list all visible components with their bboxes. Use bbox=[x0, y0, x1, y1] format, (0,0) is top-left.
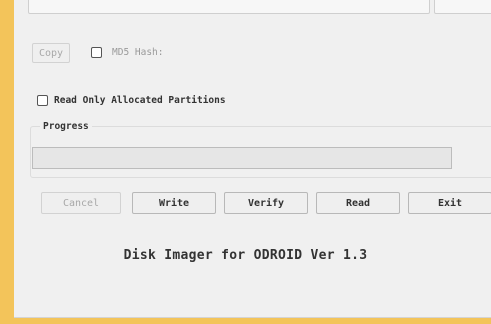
exit-button[interactable]: Exit bbox=[408, 192, 491, 214]
write-button[interactable]: Write bbox=[132, 192, 216, 214]
copy-button[interactable]: Copy bbox=[32, 43, 70, 63]
app-version-text: Disk Imager for ODROID Ver 1.3 bbox=[123, 248, 368, 263]
md5-hash-label: MD5 Hash: bbox=[112, 47, 164, 58]
verify-button[interactable]: Verify bbox=[224, 192, 308, 214]
read-button[interactable]: Read bbox=[316, 192, 400, 214]
disk-imager-window: Copy MD5 Hash: Read Only Allocated Parti… bbox=[14, 0, 491, 318]
progress-bar bbox=[32, 147, 452, 169]
read-only-partitions-checkbox[interactable] bbox=[37, 95, 48, 106]
md5-hash-checkbox[interactable] bbox=[91, 47, 102, 58]
progress-title: Progress bbox=[40, 121, 92, 132]
window-frame: Copy MD5 Hash: Read Only Allocated Parti… bbox=[0, 0, 491, 324]
image-file-field[interactable] bbox=[28, 0, 430, 14]
device-select[interactable] bbox=[434, 0, 491, 14]
cancel-button[interactable]: Cancel bbox=[41, 192, 121, 214]
read-only-partitions-label: Read Only Allocated Partitions bbox=[54, 95, 226, 106]
